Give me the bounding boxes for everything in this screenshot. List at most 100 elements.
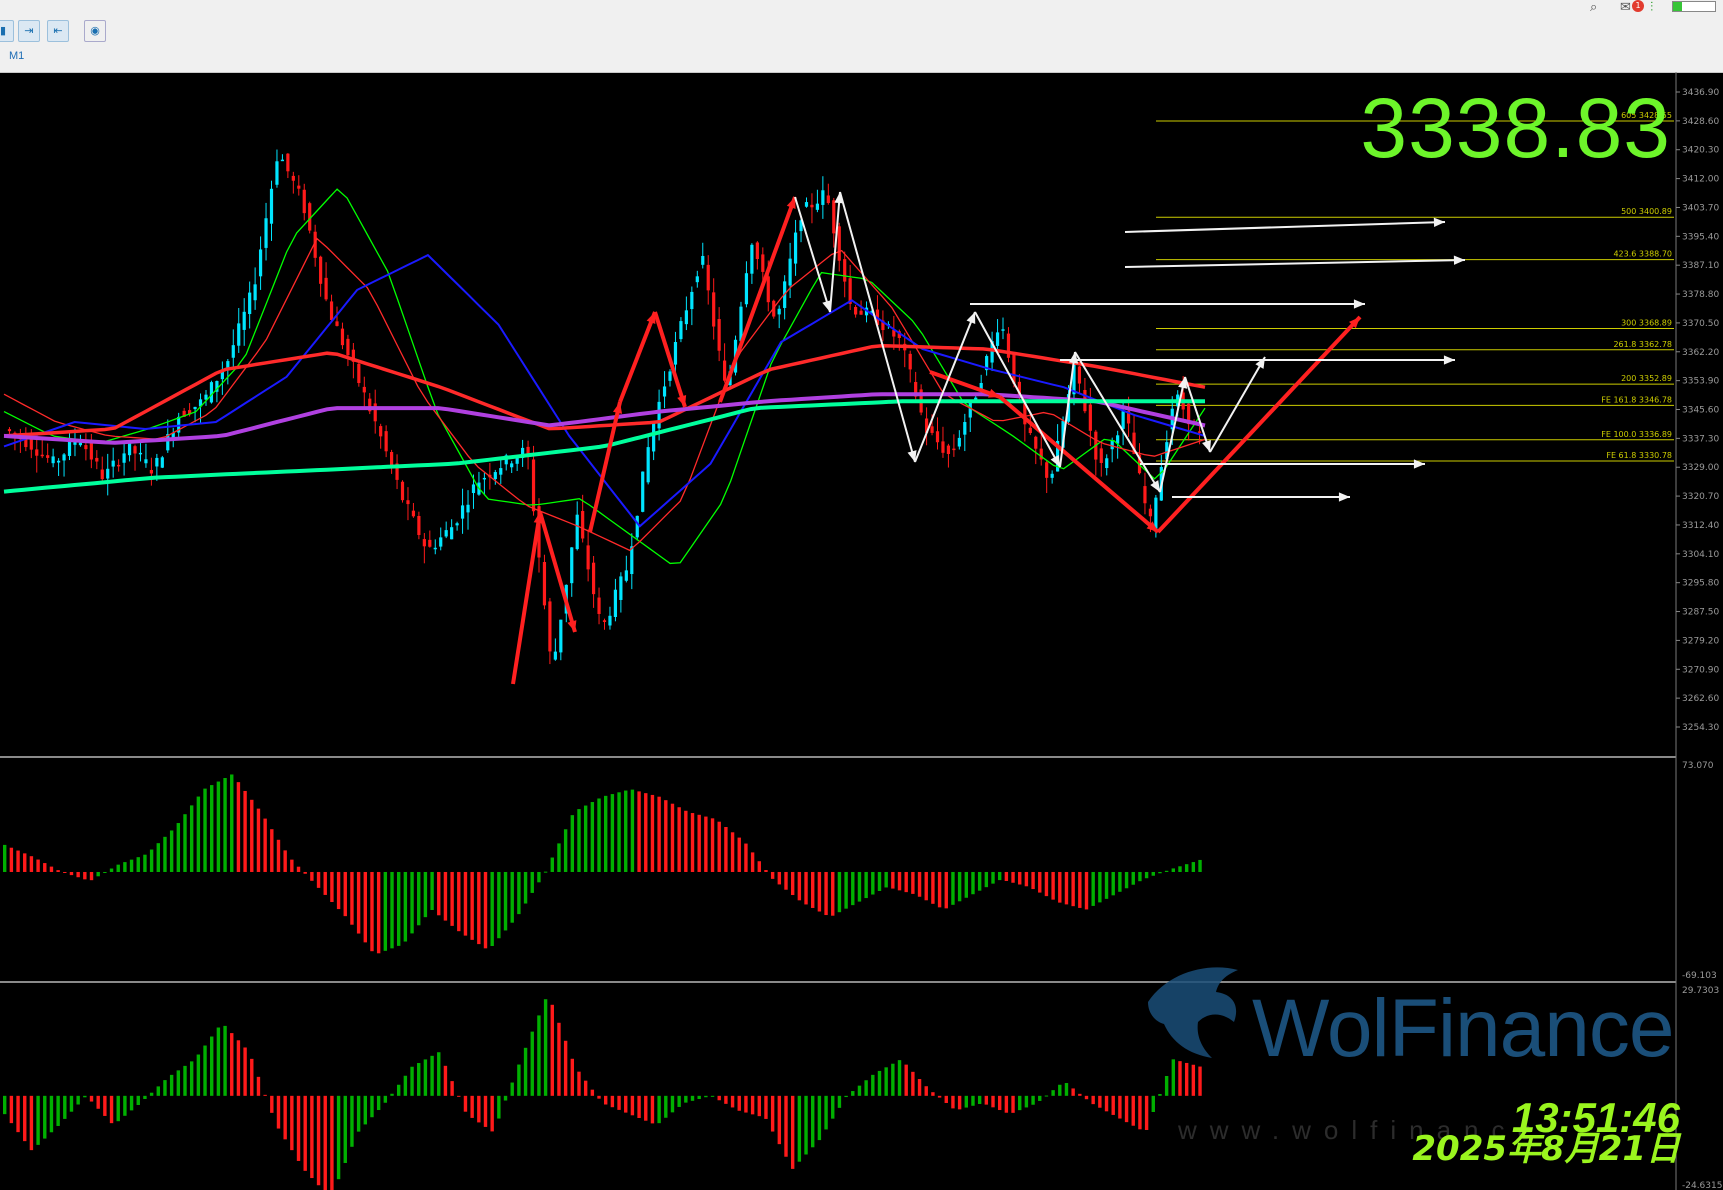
- candle-body: [499, 468, 503, 475]
- histogram-bar: [1124, 1095, 1129, 1123]
- white-projection-arrow: [1159, 376, 1186, 493]
- screenshot-icon[interactable]: ◉: [84, 20, 106, 42]
- candle-body: [684, 310, 688, 325]
- histogram-bar: [570, 1058, 575, 1096]
- histogram-bar: [1091, 1095, 1095, 1105]
- candle-body: [29, 438, 33, 450]
- histogram-bar: [443, 871, 448, 921]
- histogram-bar: [550, 857, 554, 872]
- histogram-bar: [230, 1033, 234, 1096]
- candle-body: [570, 547, 574, 584]
- histogram-bar: [430, 1055, 434, 1096]
- histogram-bar: [730, 832, 735, 872]
- histogram-bar: [704, 816, 708, 872]
- histogram-bar: [176, 823, 181, 872]
- watermark-brand: WolFinance: [1252, 983, 1674, 1074]
- histogram-bar: [590, 802, 595, 872]
- histogram-bar: [83, 1095, 87, 1098]
- candle-body: [324, 277, 328, 300]
- auto-scroll-icon[interactable]: ▮: [0, 20, 14, 42]
- price-tick-label: 3428.60: [1682, 117, 1719, 127]
- price-tick-label: 3262.60: [1682, 694, 1719, 704]
- histogram-bar: [169, 1074, 174, 1096]
- toolbar: ▮ ⇥ ⇤ ◉ M1 ⌕ ✉ 1 ⫶: [0, 0, 1723, 73]
- histogram-bar: [490, 1095, 494, 1132]
- histogram-bar: [230, 774, 234, 872]
- candle-body: [155, 457, 159, 467]
- candle-body: [641, 471, 645, 512]
- histogram-bar: [296, 1095, 301, 1161]
- histogram-bar: [543, 871, 548, 873]
- histogram-bar: [1164, 1075, 1169, 1096]
- histogram-bar: [530, 1031, 534, 1096]
- histogram-bar: [36, 1095, 40, 1145]
- histogram-bar: [223, 1025, 227, 1096]
- histogram-bar: [123, 1095, 127, 1116]
- histogram-bar: [744, 843, 748, 872]
- chart-shift-icon[interactable]: ⇥: [18, 20, 40, 42]
- histogram-bar: [1178, 1061, 1182, 1096]
- histogram-bar: [917, 871, 922, 897]
- candle-body: [662, 386, 667, 397]
- fib-level-label: 200 3352.89: [1621, 374, 1672, 383]
- histogram-bar: [423, 1059, 428, 1096]
- histogram-bar: [817, 1095, 822, 1141]
- candle-body: [111, 460, 115, 467]
- candle-body: [586, 545, 590, 570]
- histogram-bar: [210, 785, 214, 872]
- histogram-bar: [156, 843, 160, 872]
- price-tick-label: 3312.40: [1682, 521, 1719, 531]
- histogram-bar: [684, 1095, 688, 1103]
- histogram-bar: [109, 868, 114, 872]
- white-projection-arrow-head: [1338, 492, 1350, 502]
- histogram-bar: [1031, 1095, 1035, 1105]
- histogram-bar: [443, 1065, 448, 1096]
- wolf-logo-icon: [1148, 967, 1238, 1058]
- candle-body: [160, 457, 164, 468]
- price-tick-label: 3403.70: [1682, 203, 1719, 213]
- histogram-bar: [1164, 870, 1169, 872]
- histogram-bar: [69, 1095, 74, 1112]
- histogram-bar: [590, 1089, 595, 1096]
- histogram-bar: [1184, 864, 1189, 872]
- histogram-bar: [396, 1084, 401, 1096]
- candle-body: [1099, 448, 1103, 463]
- histogram-bar: [617, 792, 621, 872]
- notification-icon[interactable]: ✉: [1620, 0, 1631, 15]
- histogram-bar: [176, 1070, 181, 1096]
- timeframe-label[interactable]: M1: [9, 50, 24, 62]
- histogram-bar: [1024, 871, 1029, 887]
- search-icon[interactable]: ⌕: [1590, 0, 1597, 15]
- red-trend-arrow: [511, 511, 542, 685]
- histogram-bar: [263, 1094, 267, 1096]
- candle-body: [957, 437, 961, 447]
- histogram-bar: [390, 1093, 394, 1096]
- histogram-bar: [677, 807, 681, 872]
- histogram-bar: [1158, 871, 1162, 874]
- candle-body: [78, 442, 83, 446]
- histogram-bar: [944, 1095, 948, 1103]
- histogram-bar: [1084, 1095, 1089, 1100]
- chart-shift-back-icon[interactable]: ⇤: [47, 20, 69, 42]
- histogram-bar: [103, 871, 107, 873]
- histogram-bar: [630, 789, 635, 872]
- histogram-bar: [897, 1060, 902, 1096]
- histogram-bar: [16, 850, 20, 872]
- histogram-bar: [617, 1095, 621, 1110]
- histogram-bar: [497, 871, 501, 939]
- histogram-bar: [1171, 1059, 1176, 1096]
- histogram-bar: [330, 1095, 334, 1190]
- candle-body: [444, 530, 448, 537]
- histogram-bar: [89, 871, 94, 881]
- candle-body: [237, 323, 241, 346]
- candle-body: [346, 338, 350, 356]
- histogram-bar: [129, 1095, 134, 1111]
- histogram-bar: [23, 1095, 27, 1142]
- histogram-bar: [924, 871, 928, 901]
- histogram-bar: [196, 1054, 201, 1096]
- histogram-bar: [9, 847, 14, 872]
- candle-body: [400, 481, 405, 501]
- histogram-bar: [951, 1095, 955, 1109]
- white-projection-arrow: [1124, 221, 1446, 233]
- histogram-bar: [189, 805, 194, 872]
